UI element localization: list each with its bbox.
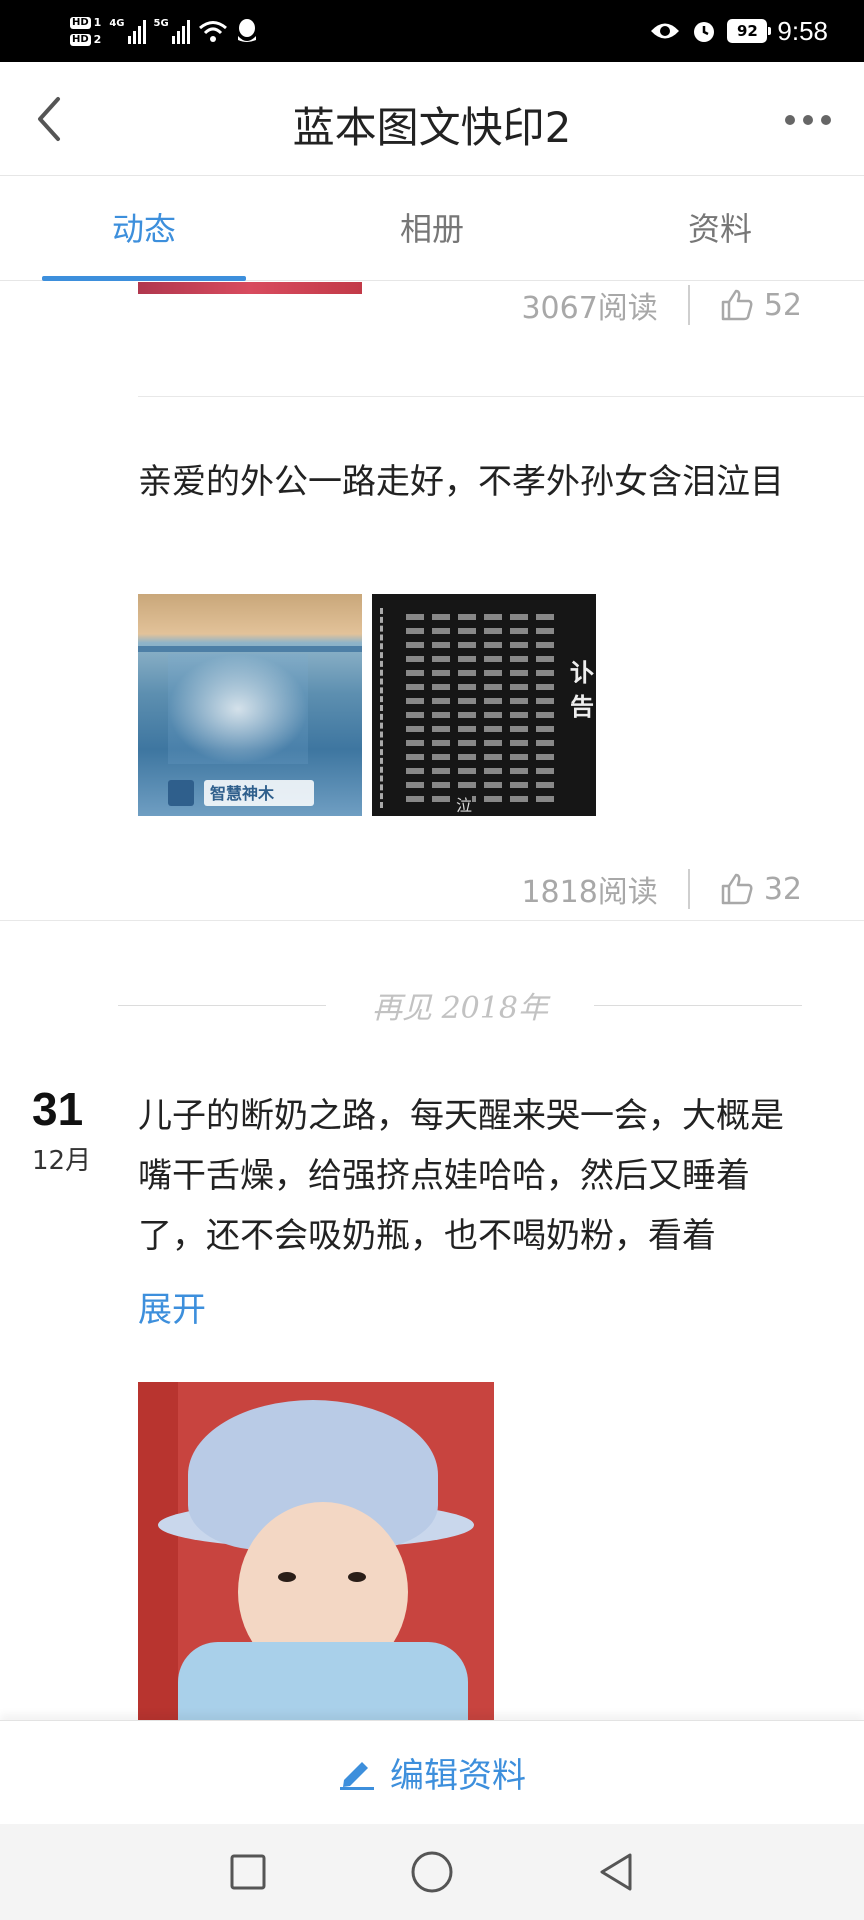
home-button[interactable] [406, 1846, 458, 1898]
recent-apps-button[interactable] [222, 1846, 274, 1898]
active-tab-indicator [42, 276, 246, 281]
post-image[interactable] [138, 1382, 494, 1720]
previous-post-image[interactable] [138, 282, 362, 294]
read-count: 1818阅读 [521, 875, 658, 910]
signal-icon: 4G [109, 18, 146, 44]
read-count: 3067阅读 [521, 291, 658, 326]
signal-icon: 5G [154, 18, 190, 44]
post-image[interactable]: 讣告 泣 [372, 594, 596, 816]
wifi-icon [198, 21, 227, 42]
thumbs-up-icon [721, 289, 753, 321]
year-divider-label: 再见 2018年 [372, 991, 548, 1026]
image-caption: 泣 [456, 792, 473, 816]
edit-profile-label: 编辑资料 [390, 1756, 526, 1796]
circle-icon [411, 1851, 453, 1893]
stats-separator [687, 869, 690, 909]
section-divider [0, 920, 864, 921]
sim-number: 2 [93, 32, 102, 46]
post-text[interactable]: 儿子的断奶之路，每天醒来哭一会，大概是嘴干舌燥，给强挤点娃哈哈，然后又睡着了，还… [138, 1086, 808, 1266]
tab-dynamics[interactable]: 动态 [0, 177, 288, 280]
more-options-button[interactable] [776, 98, 840, 142]
post-date-day: 31 [32, 1083, 84, 1135]
clock: 9:58 [777, 15, 828, 46]
app-header: 蓝本图文快印2 [0, 62, 864, 176]
pencil-icon [340, 1761, 374, 1790]
hd-badge: HD [70, 33, 91, 46]
back-nav-button[interactable] [590, 1846, 642, 1898]
battery-indicator: 92 [727, 19, 772, 43]
year-divider: 再见 2018年 [118, 980, 803, 1030]
post-stats: 3067阅读 52 [521, 282, 802, 330]
status-left: HD 1 HD 2 4G 5G [70, 8, 258, 54]
page-title: 蓝本图文快印2 [292, 103, 572, 152]
status-right: 92 9:58 [649, 0, 828, 62]
post-text[interactable]: 亲爱的外公一路走好，不孝外孙女含泪泣目 [138, 452, 808, 512]
more-dot-icon [821, 115, 831, 125]
hd-indicator: HD 1 HD 2 [70, 16, 101, 47]
like-button[interactable]: 32 [720, 872, 802, 907]
like-button[interactable]: 52 [720, 288, 802, 323]
image-caption: 智慧神木 [210, 784, 275, 803]
stats-separator [687, 285, 690, 325]
like-count: 32 [763, 871, 802, 907]
triangle-back-icon [600, 1853, 632, 1891]
tab-profile[interactable]: 资料 [576, 177, 864, 280]
expand-link[interactable]: 展开 [138, 1282, 206, 1331]
network-type: 5G [153, 18, 169, 29]
thumbs-up-icon [721, 873, 753, 905]
like-count: 52 [763, 287, 802, 323]
more-dot-icon [785, 115, 795, 125]
tab-bar: 动态 相册 资料 [0, 177, 864, 281]
tab-album[interactable]: 相册 [288, 177, 576, 280]
post-date-month: 12月 [32, 1146, 92, 1176]
alarm-icon [694, 22, 715, 42]
image-caption: 讣告 [570, 656, 596, 724]
edit-profile-button[interactable]: 编辑资料 [0, 1720, 864, 1824]
hd-badge: HD [70, 16, 91, 29]
post-image[interactable]: 智慧神木 [138, 594, 362, 816]
more-dot-icon [803, 115, 813, 125]
post-divider [138, 396, 864, 397]
system-nav-bar [0, 1824, 864, 1920]
eye-icon [651, 23, 680, 39]
feed-list[interactable]: 3067阅读 52 亲爱的外公一路走好，不孝外孙女含泪泣目 智慧神木 讣告 泣 … [0, 282, 864, 1720]
network-type: 4G [109, 18, 125, 29]
status-bar: HD 1 HD 2 4G 5G 92 9:58 [0, 0, 864, 62]
post-stats: 1818阅读 32 [521, 864, 802, 914]
square-icon [230, 1854, 266, 1890]
qq-notification-icon [237, 19, 256, 42]
sim-number: 1 [93, 15, 102, 29]
